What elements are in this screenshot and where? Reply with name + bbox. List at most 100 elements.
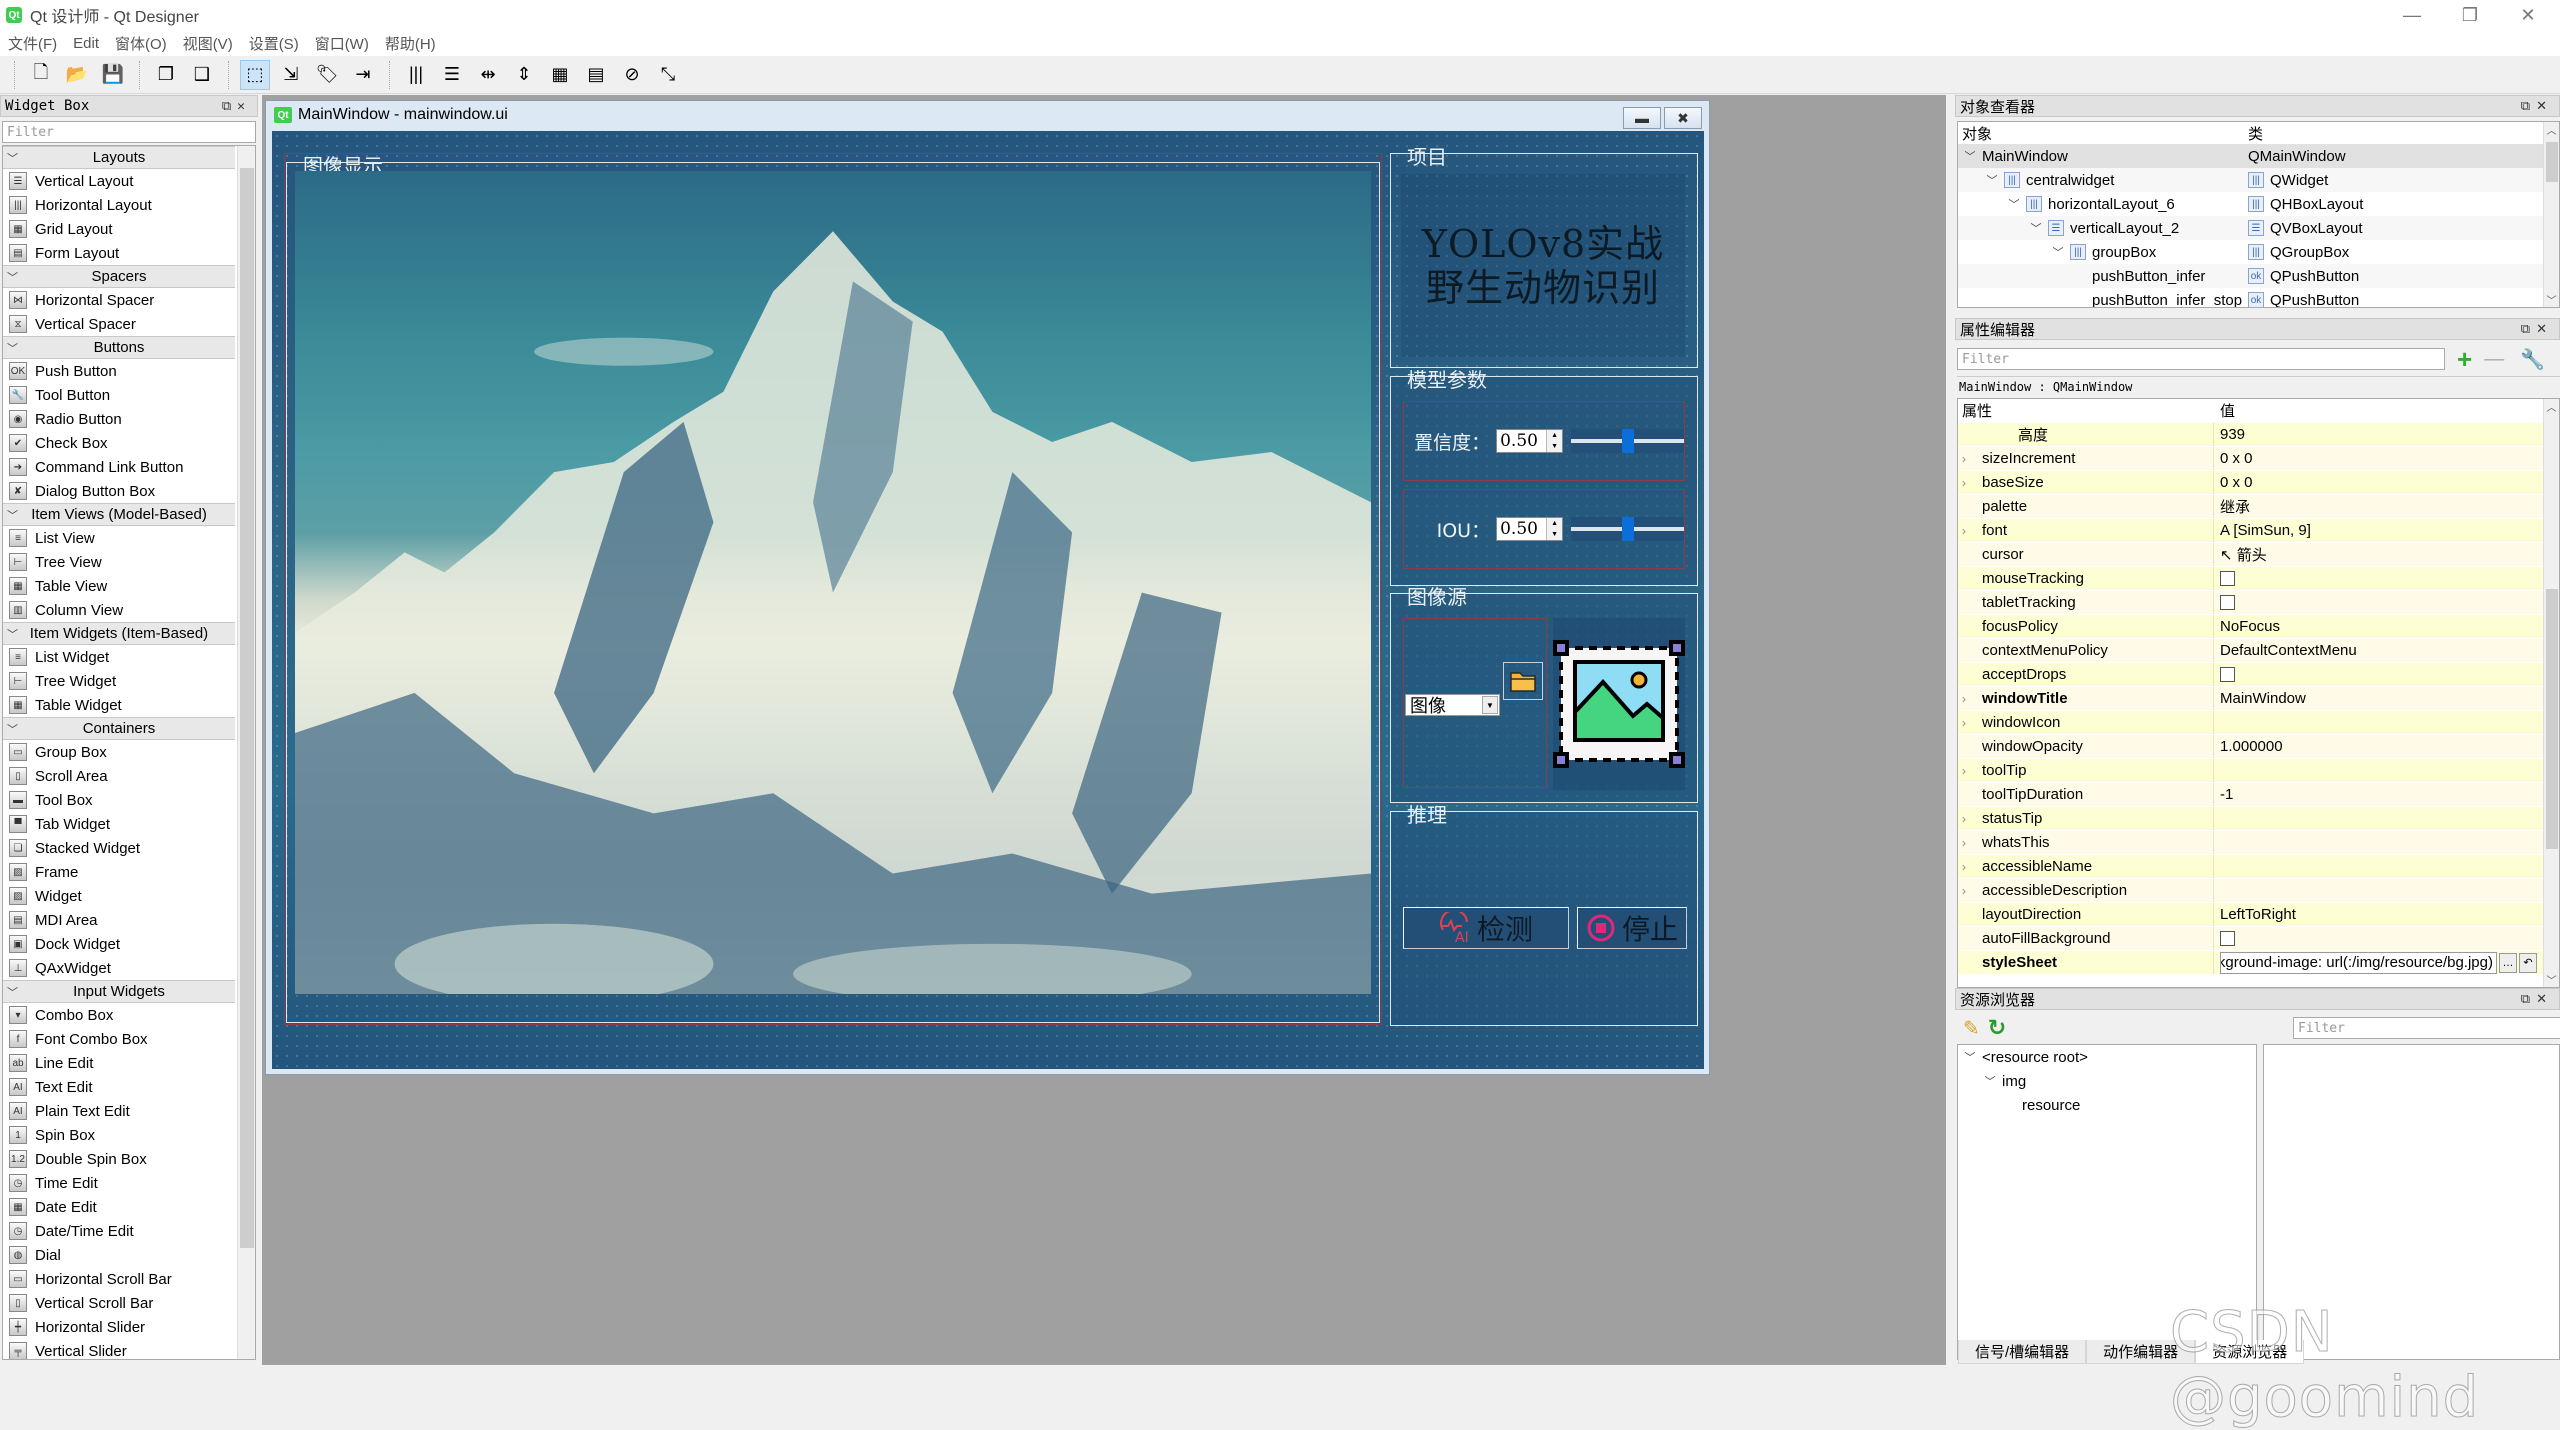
property-table-scrollbar[interactable]: ︿ ﹀ (2543, 399, 2559, 987)
widget-item-double-spin-box[interactable]: 1.2 Double Spin Box (3, 1147, 235, 1171)
minimize-button[interactable]: — (2384, 0, 2440, 30)
widget-item-time-edit[interactable]: ◷ Time Edit (3, 1171, 235, 1195)
bottom-tab-0[interactable]: 信号/槽编辑器 (1958, 1340, 2087, 1364)
widget-item-group-box[interactable]: ▭ Group Box (3, 740, 235, 764)
edit-buddies-button[interactable]: 🏷 (312, 60, 342, 90)
save-button[interactable]: 💾 (98, 60, 128, 90)
detect-button[interactable]: AI 检测 (1403, 907, 1569, 949)
restore-button[interactable]: ❐ (2442, 0, 2498, 30)
close-dock-icon[interactable]: ✕ (2536, 321, 2553, 336)
remove-dynamic-property-icon[interactable]: — (2484, 348, 2504, 371)
property-checkbox[interactable] (2220, 667, 2235, 682)
widget-item-form-layout[interactable]: ▤ Form Layout (3, 241, 235, 265)
add-dynamic-property-icon[interactable]: + (2457, 344, 2472, 375)
object-tree-row[interactable]: ﹀ ||| centralwidget ||| QWidget (1958, 168, 2559, 192)
property-filter-input[interactable]: Filter (1957, 348, 2445, 370)
widget-category-buttons[interactable]: ﹀ Buttons (3, 336, 235, 359)
widget-item-scroll-area[interactable]: ▯ Scroll Area (3, 764, 235, 788)
property-row-tooltipduration[interactable]: toolTipDuration -1 (1958, 783, 2559, 807)
edit-stylesheet-button[interactable]: … (2499, 952, 2517, 973)
widget-item-table-widget[interactable]: ▦ Table Widget (3, 693, 235, 717)
form-close-button[interactable]: ✖ (1664, 107, 1702, 129)
property-row-basesize[interactable]: › baseSize 0 x 0 (1958, 471, 2559, 495)
layout-grid-button[interactable]: ▦ (545, 60, 575, 90)
object-tree-row[interactable]: pushButton_infer_stop ok QPushButton (1958, 288, 2559, 307)
confidence-slider[interactable] (1571, 429, 1685, 453)
close-dock-icon[interactable]: ✕ (237, 99, 251, 114)
image-display-groupbox[interactable]: 图像显示 (286, 156, 1380, 1023)
widget-item-vertical-spacer[interactable]: ⧖ Vertical Spacer (3, 312, 235, 336)
widget-category-layouts[interactable]: ﹀ Layouts (3, 146, 235, 169)
break-layout-button[interactable]: ⊘ (617, 60, 647, 90)
widget-item-list-view[interactable]: ≡ List View (3, 526, 235, 550)
float-dock-icon[interactable]: ⧉ (222, 99, 237, 114)
float-dock-icon[interactable]: ⧉ (2521, 991, 2536, 1006)
edit-widgets-button[interactable]: ⬚ (240, 59, 270, 90)
layout-h-splitter-button[interactable]: ⇹ (473, 60, 503, 90)
adjust-size-button[interactable]: ⤡ (653, 60, 683, 90)
reload-icon[interactable]: ↻ (1988, 1015, 2006, 1041)
property-row-accessibledescription[interactable]: › accessibleDescription (1958, 879, 2559, 903)
bottom-tab-1[interactable]: 动作编辑器 (2086, 1340, 2196, 1364)
spin-up-icon[interactable]: ▲ (1551, 520, 1558, 527)
chevron-down-icon[interactable]: ﹀ (1984, 172, 2000, 188)
widget-item-horizontal-scroll-bar[interactable]: ▭ Horizontal Scroll Bar (3, 1267, 235, 1291)
widget-item-dock-widget[interactable]: ▣ Dock Widget (3, 932, 235, 956)
property-row-acceptdrops[interactable]: acceptDrops (1958, 663, 2559, 687)
widget-item-tree-view[interactable]: ⊢ Tree View (3, 550, 235, 574)
menu-item-4[interactable]: 设置(S) (249, 33, 299, 54)
widget-item-combo-box[interactable]: ▾ Combo Box (3, 1003, 235, 1027)
widget-item-tool-box[interactable]: ▬ Tool Box (3, 788, 235, 812)
chevron-right-icon[interactable]: › (1962, 452, 1982, 466)
chevron-right-icon[interactable]: › (1962, 836, 1982, 850)
widget-category-input-widgets[interactable]: ﹀ Input Widgets (3, 980, 235, 1003)
property-row-contextmenupolicy[interactable]: contextMenuPolicy DefaultContextMenu (1958, 639, 2559, 663)
confidence-spinbox[interactable]: 0.50 ▲ ▼ (1496, 429, 1564, 453)
edit-tab-order-button[interactable]: ⇥ (348, 60, 378, 90)
property-row-windowtitle[interactable]: › windowTitle MainWindow (1958, 687, 2559, 711)
resource-tree-item[interactable]: ﹀ img (1958, 1069, 2256, 1093)
property-row-font[interactable]: › font A [SimSun, 9] (1958, 519, 2559, 543)
widget-item-check-box[interactable]: ✔ Check Box (3, 431, 235, 455)
widget-item-tree-widget[interactable]: ⊢ Tree Widget (3, 669, 235, 693)
chevron-right-icon[interactable]: › (1962, 860, 1982, 874)
chevron-right-icon[interactable]: › (1962, 812, 1982, 826)
object-tree-scrollbar[interactable]: ︿ ﹀ (2543, 122, 2559, 307)
chevron-down-icon[interactable]: ﹀ (2006, 196, 2022, 212)
stylesheet-value-input[interactable]: background-image: url(:/img/resource/bg.… (2220, 951, 2497, 974)
resource-filter-input[interactable]: Filter (2293, 1017, 2560, 1039)
project-groupbox[interactable]: 项目 YOLOv8实战 野生动物识别 (1390, 147, 1698, 368)
edit-signals-slots-button[interactable]: ⇲ (276, 60, 306, 90)
edit-resources-pencil-icon[interactable]: ✎ (1963, 1016, 1980, 1041)
widget-category-item-widgets-item-based[interactable]: ﹀ Item Widgets (Item-Based) (3, 622, 235, 645)
widget-item-dialog-button-box[interactable]: ✘ Dialog Button Box (3, 479, 235, 503)
widget-item-stacked-widget[interactable]: ❏ Stacked Widget (3, 836, 235, 860)
chevron-right-icon[interactable]: › (1962, 764, 1982, 778)
source-type-combobox[interactable]: 图像 ▼ (1405, 694, 1500, 717)
column-header-value[interactable]: 值 (2214, 400, 2539, 421)
widget-item-horizontal-layout[interactable]: ||| Horizontal Layout (3, 193, 235, 217)
widget-item-tool-button[interactable]: 🔧 Tool Button (3, 383, 235, 407)
layout-form-button[interactable]: ▤ (581, 60, 611, 90)
widget-item-column-view[interactable]: ▥ Column View (3, 598, 235, 622)
widget-item-vertical-scroll-bar[interactable]: ▯ Vertical Scroll Bar (3, 1291, 235, 1315)
chevron-down-icon[interactable]: ﹀ (1962, 1049, 1978, 1065)
float-dock-icon[interactable]: ⧉ (2521, 321, 2536, 336)
property-row-layoutdirection[interactable]: layoutDirection LeftToRight (1958, 903, 2559, 927)
configure-wrench-icon[interactable]: 🔧 (2520, 347, 2545, 372)
chevron-down-icon[interactable]: ﹀ (2050, 244, 2066, 260)
widget-box-scrollbar[interactable] (237, 146, 255, 1359)
column-header-class[interactable]: 类 (2248, 123, 2559, 144)
widget-category-spacers[interactable]: ﹀ Spacers (3, 265, 235, 288)
property-row-palette[interactable]: palette 继承 (1958, 495, 2559, 519)
chevron-down-icon[interactable]: ▼ (1482, 696, 1498, 714)
widget-item-command-link-button[interactable]: ➔ Command Link Button (3, 455, 235, 479)
layout-horizontal-button[interactable]: ||| (401, 60, 431, 90)
widget-item-font-combo-box[interactable]: f Font Combo Box (3, 1027, 235, 1051)
inference-groupbox[interactable]: 推理 AI 检测 停止 (1390, 805, 1698, 1026)
chevron-down-icon[interactable]: ﹀ (1962, 148, 1978, 164)
iou-slider[interactable] (1571, 517, 1685, 541)
widget-category-item-views-model-based[interactable]: ﹀ Item Views (Model-Based) (3, 503, 235, 526)
widget-box-filter-input[interactable]: Filter (2, 121, 256, 143)
confidence-slider-handle[interactable] (1621, 429, 1634, 453)
